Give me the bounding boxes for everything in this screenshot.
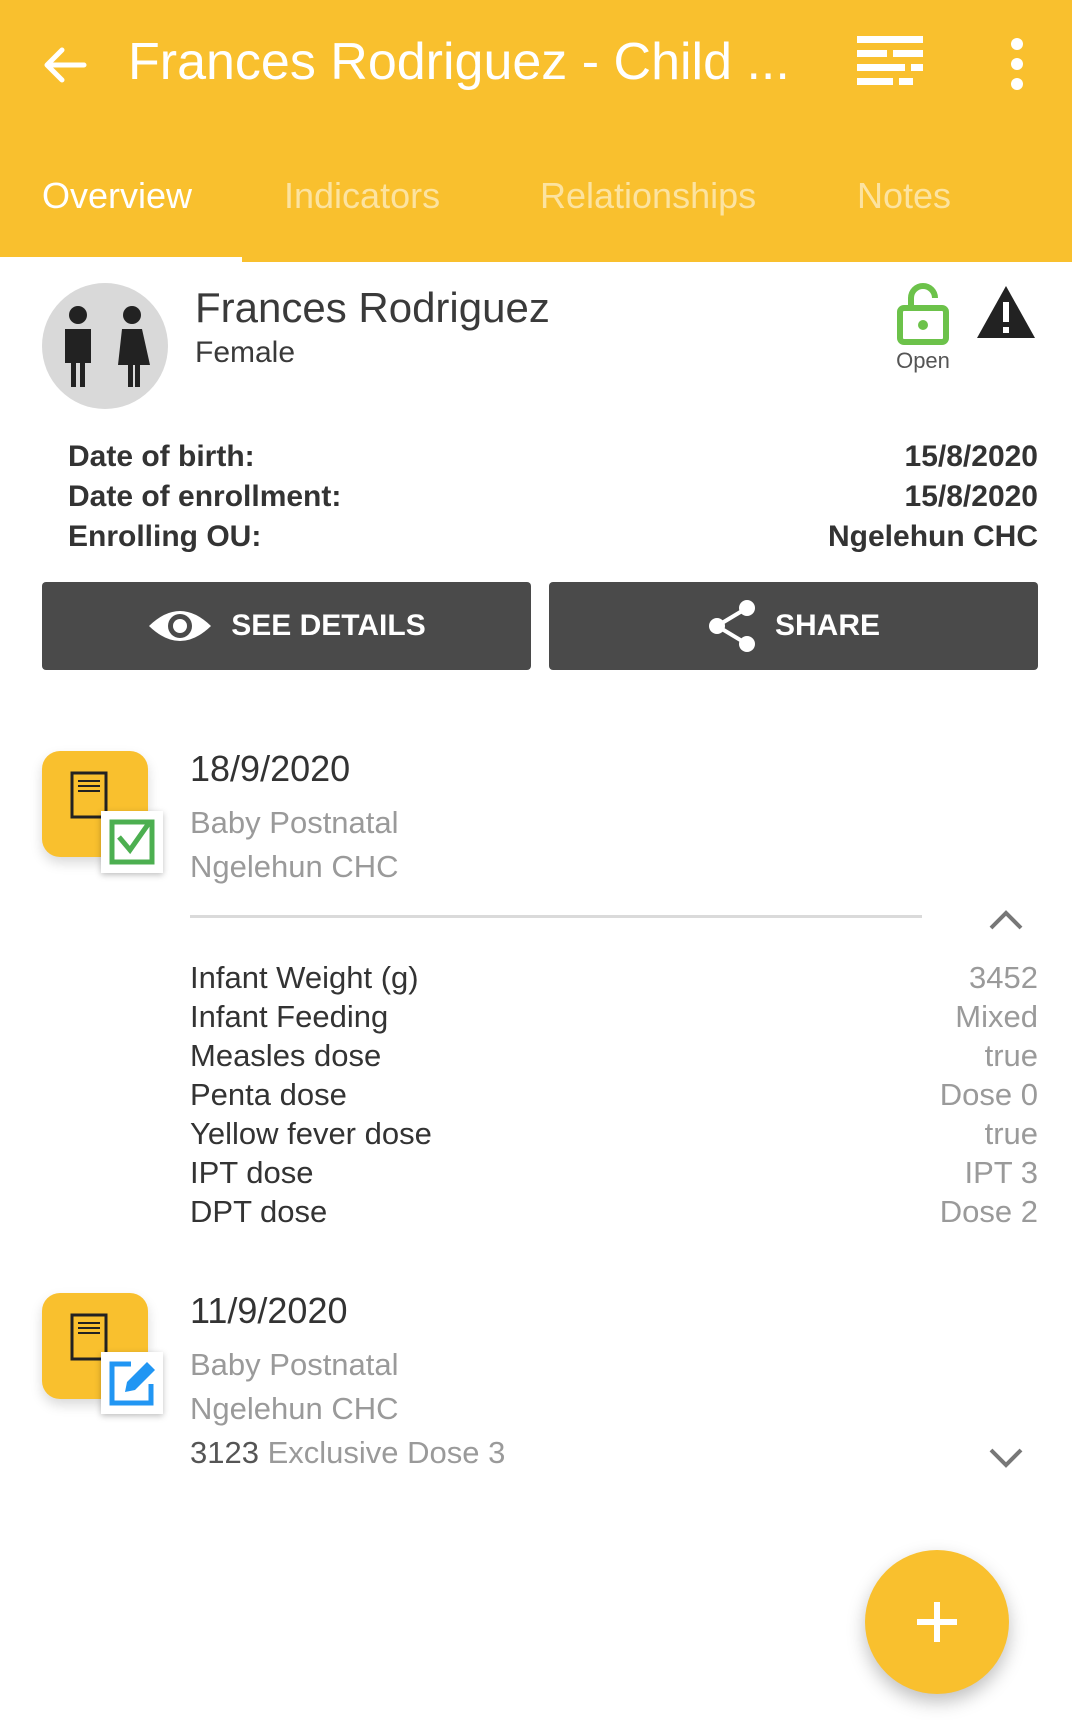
info-date-of-enrollment: Date of enrollment: 15/8/2020	[68, 480, 1038, 514]
event-summary-value: 3123	[190, 1435, 259, 1470]
data-value-label: Measles dose	[190, 1038, 382, 1073]
filter-list-icon	[857, 36, 923, 85]
data-value-row: Measles dose true	[190, 1038, 1038, 1074]
event-program-stage: Baby Postnatal	[190, 805, 399, 840]
tab-bar: Overview Indicators Relationships Notes	[0, 165, 1072, 262]
app-bar: Frances Rodriguez - Child ... Overview I…	[0, 0, 1072, 262]
see-details-label: SEE DETAILS	[231, 609, 426, 642]
divider	[190, 915, 922, 918]
enrollment-status-label: Open	[896, 348, 950, 373]
data-value: IPT 3	[964, 1155, 1038, 1190]
data-value-row: Infant Weight (g) 3452	[190, 960, 1038, 996]
event-edit-badge	[101, 1352, 163, 1414]
data-value-row: IPT dose IPT 3	[190, 1155, 1038, 1191]
people-icon	[65, 306, 150, 387]
data-value-label: Penta dose	[190, 1077, 347, 1112]
data-value-row: Yellow fever dose true	[190, 1116, 1038, 1152]
data-value: Dose 0	[939, 1077, 1038, 1112]
data-value-row: Infant Feeding Mixed	[190, 999, 1038, 1035]
eye-icon	[149, 611, 212, 641]
info-enrolling-ou: Enrolling OU: Ngelehun CHC	[68, 520, 1038, 554]
data-value: Dose 2	[939, 1194, 1038, 1229]
data-value: Mixed	[955, 999, 1038, 1034]
tab-relationships[interactable]: Relationships	[540, 175, 756, 217]
more-options-button[interactable]	[1000, 36, 1034, 92]
data-value-row: DPT dose Dose 2	[190, 1194, 1038, 1230]
avatar	[42, 283, 168, 409]
data-value: true	[984, 1116, 1038, 1151]
data-value-label: DPT dose	[190, 1194, 328, 1229]
info-label: Enrolling OU:	[68, 520, 262, 553]
tab-overview[interactable]: Overview	[42, 175, 192, 217]
more-vertical-icon	[1011, 38, 1023, 90]
patient-name: Frances Rodriguez	[195, 284, 550, 331]
expand-button[interactable]	[988, 1446, 1024, 1470]
info-value: 15/8/2020	[904, 440, 1038, 473]
event-summary-rest: Exclusive Dose 3	[267, 1435, 506, 1470]
tab-indicator	[0, 257, 242, 262]
event-org-unit: Ngelehun CHC	[190, 849, 399, 884]
warning-icon	[977, 286, 1035, 338]
event-completed-badge	[101, 811, 163, 873]
share-icon	[708, 600, 755, 652]
see-details-button[interactable]: SEE DETAILS	[42, 582, 531, 670]
data-value-label: Infant Weight (g)	[190, 960, 419, 995]
plus-icon	[917, 1602, 957, 1642]
tab-notes[interactable]: Notes	[857, 175, 951, 217]
edit-icon	[109, 1361, 155, 1406]
filter-button[interactable]	[855, 32, 925, 92]
event-org-unit: Ngelehun CHC	[190, 1391, 399, 1426]
patient-gender: Female	[195, 336, 296, 369]
info-date-of-birth: Date of birth: 15/8/2020	[68, 440, 1038, 474]
enrollment-status-button[interactable]	[895, 282, 951, 346]
data-value: 3452	[969, 960, 1038, 995]
warning-button[interactable]	[975, 284, 1037, 340]
share-label: SHARE	[774, 609, 880, 642]
event-date[interactable]: 18/9/2020	[190, 748, 350, 790]
add-event-button[interactable]	[865, 1550, 1009, 1694]
info-label: Date of enrollment:	[68, 480, 342, 513]
event-program-stage: Baby Postnatal	[190, 1347, 399, 1382]
data-value-label: Infant Feeding	[190, 999, 389, 1034]
event-summary: 3123 Exclusive Dose 3	[190, 1435, 505, 1471]
data-value-label: IPT dose	[190, 1155, 314, 1190]
data-value: true	[984, 1038, 1038, 1073]
chevron-up-icon	[989, 910, 1023, 930]
collapse-button[interactable]	[988, 908, 1024, 932]
info-label: Date of birth:	[68, 440, 255, 473]
back-button[interactable]	[40, 40, 90, 90]
check-box-icon	[109, 819, 155, 865]
tab-indicators[interactable]: Indicators	[284, 175, 440, 217]
lock-open-icon	[897, 283, 949, 345]
chevron-down-icon	[989, 1448, 1023, 1468]
info-value: 15/8/2020	[904, 480, 1038, 513]
page-title: Frances Rodriguez - Child ...	[128, 33, 790, 91]
info-value: Ngelehun CHC	[828, 520, 1038, 553]
arrow-left-icon	[44, 47, 87, 83]
share-button[interactable]: SHARE	[549, 582, 1038, 670]
event-date[interactable]: 11/9/2020	[190, 1290, 347, 1332]
data-value-row: Penta dose Dose 0	[190, 1077, 1038, 1113]
data-value-label: Yellow fever dose	[190, 1116, 432, 1151]
